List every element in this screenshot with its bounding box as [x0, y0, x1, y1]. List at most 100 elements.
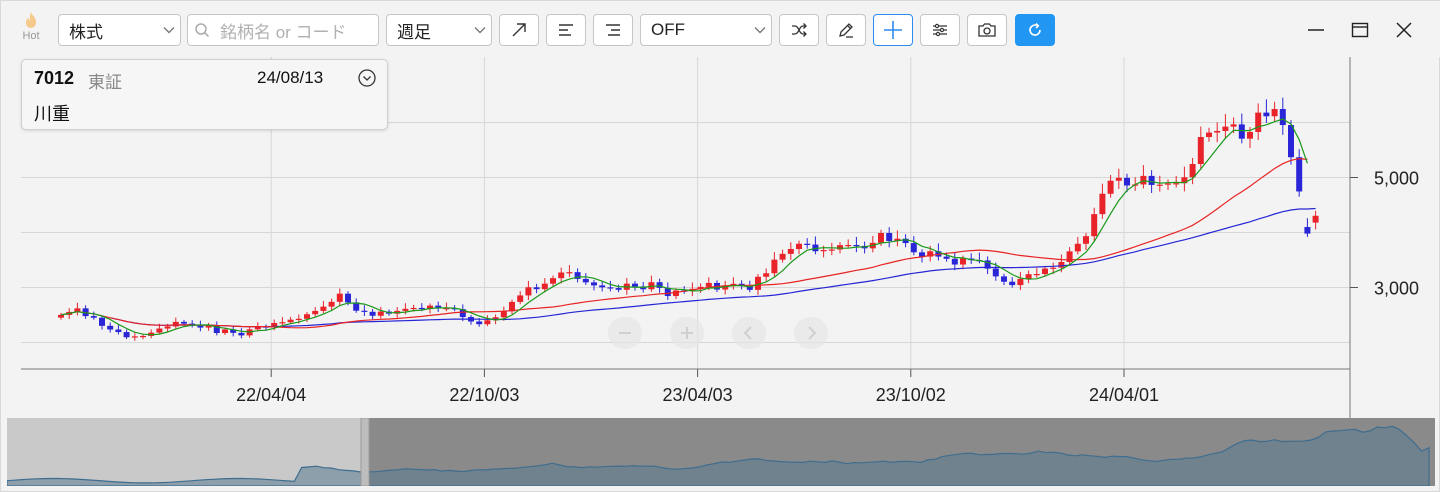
candle-body: [1156, 184, 1163, 186]
candle-body: [779, 253, 786, 260]
settings-button[interactable]: [920, 14, 960, 46]
candle-body: [304, 314, 310, 319]
candle-body: [1050, 267, 1057, 269]
candle-body: [361, 310, 368, 312]
candle-body: [484, 320, 491, 325]
candle-body: [172, 321, 179, 327]
sliders-icon: [933, 23, 947, 37]
candle-body: [705, 282, 712, 287]
period-select[interactable]: 週足: [386, 14, 492, 46]
candle-body: [582, 278, 589, 283]
candle-body: [763, 273, 770, 277]
candle-body: [878, 232, 884, 243]
scroll-left-button[interactable]: [732, 317, 766, 349]
chevron-down-icon: [749, 26, 771, 34]
candle-body: [1238, 124, 1245, 139]
candle-body: [500, 311, 507, 318]
candle-body: [599, 285, 606, 288]
refresh-button[interactable]: [1015, 14, 1055, 46]
x-tick-label: 24/04/01: [1089, 385, 1159, 405]
candle-body: [1197, 137, 1204, 165]
minimize-button[interactable]: [1298, 13, 1334, 47]
candle-body: [58, 314, 64, 318]
x-tick-label: 23/10/02: [876, 385, 946, 405]
candle-body: [476, 321, 483, 325]
candle-body: [320, 306, 327, 311]
candle-body: [828, 249, 835, 251]
crosshair-icon: [884, 21, 902, 39]
stock-info-card[interactable]: 7012 東証 24/08/13 川重: [21, 59, 388, 130]
candle-body: [960, 258, 966, 265]
trendline-button[interactable]: [499, 14, 539, 46]
candle-body: [369, 311, 376, 316]
maximize-button[interactable]: [1342, 13, 1378, 47]
candle-body: [1165, 183, 1171, 185]
candle-body: [222, 329, 228, 334]
shuffle-button[interactable]: [779, 14, 819, 46]
chevron-left-icon: [743, 326, 752, 340]
search-input[interactable]: 銘柄名 or コード: [216, 18, 347, 43]
candle-body: [607, 287, 614, 289]
chevron-circle-icon[interactable]: [357, 68, 377, 88]
candle-body: [550, 278, 556, 284]
candle-body: [853, 244, 860, 247]
navigator-handle: [360, 418, 370, 486]
candle-body: [402, 308, 409, 311]
candle-body: [377, 311, 384, 316]
candle-body: [90, 316, 97, 318]
candle-body: [951, 258, 958, 265]
y-tick-label: 5,000: [1374, 169, 1419, 189]
candle-body: [1263, 112, 1270, 117]
candle-body: [345, 293, 351, 303]
market-select-value: 株式: [69, 22, 103, 42]
ma-short-line: [60, 118, 1308, 336]
close-icon: [1396, 22, 1412, 38]
candle-body: [107, 325, 114, 330]
candle-body: [99, 317, 105, 326]
plus-icon: [681, 327, 693, 339]
chevron-down-icon: [469, 26, 491, 34]
align-right-button[interactable]: [593, 14, 633, 46]
candle-body: [525, 287, 532, 296]
candle-body: [541, 283, 548, 290]
align-right-icon: [606, 24, 620, 36]
candle-body: [673, 290, 679, 297]
toolbar: Hot 株式 銘柄名 or コード 週足 OFF: [1, 1, 1440, 57]
market-select[interactable]: 株式: [58, 14, 181, 46]
candle-body: [1058, 261, 1065, 268]
scroll-right-button[interactable]: [794, 317, 828, 349]
range-navigator[interactable]: [7, 418, 1435, 486]
chart-window: Hot 株式 銘柄名 or コード 週足 OFF 22/04/04 22/10/…: [0, 0, 1440, 492]
stock-date: 24/08/13: [257, 68, 324, 87]
zoom-in-button[interactable]: [670, 317, 704, 349]
screenshot-button[interactable]: [967, 14, 1007, 46]
candle-body: [1083, 236, 1089, 244]
candle-body: [164, 326, 171, 329]
indicator-select-value: OFF: [651, 20, 685, 39]
search-box[interactable]: 銘柄名 or コード: [187, 14, 379, 46]
candle-body: [787, 249, 794, 254]
candle-body: [1074, 243, 1081, 252]
close-button[interactable]: [1386, 13, 1422, 47]
hot-button[interactable]: Hot: [17, 11, 45, 42]
candle-body: [845, 244, 852, 247]
candle-body: [1025, 274, 1032, 279]
x-tick-label: 23/04/03: [663, 385, 733, 405]
indicator-select[interactable]: OFF: [640, 14, 772, 46]
align-left-button[interactable]: [546, 14, 586, 46]
y-tick-label: 3,000: [1374, 279, 1419, 299]
candle-body: [804, 243, 811, 245]
hot-label: Hot: [22, 30, 40, 42]
crosshair-button[interactable]: [873, 14, 913, 46]
candle-body: [1017, 278, 1024, 286]
zoom-out-button[interactable]: [608, 317, 642, 349]
candle-body: [1304, 227, 1311, 234]
candle-body: [123, 332, 130, 338]
draw-button[interactable]: [826, 14, 866, 46]
candle-body: [615, 288, 622, 290]
period-select-value: 週足: [397, 22, 431, 42]
ma-long-line: [110, 207, 1316, 328]
shuffle-icon: [792, 23, 807, 37]
candle-body: [1033, 274, 1040, 276]
candle-body: [1230, 124, 1237, 127]
